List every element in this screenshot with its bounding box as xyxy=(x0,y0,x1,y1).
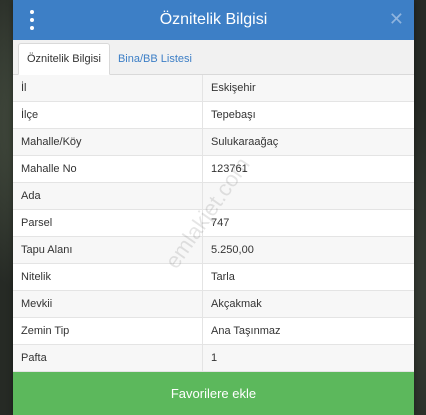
row-key: İlçe xyxy=(13,101,203,129)
more-vertical-icon[interactable] xyxy=(27,10,37,30)
row-key: Mahalle/Köy xyxy=(13,128,203,156)
close-icon[interactable]: ✕ xyxy=(389,9,404,29)
table-row: Pafta 1 xyxy=(13,344,414,372)
row-value: Ana Taşınmaz xyxy=(202,317,414,345)
add-to-favorites-button[interactable]: Favorilere ekle xyxy=(13,372,414,415)
row-value: Tarla xyxy=(202,263,414,291)
row-key: Ada xyxy=(13,182,203,210)
row-key: Parsel xyxy=(13,209,203,237)
row-key: Mevkii xyxy=(13,290,203,318)
attribute-table: İl Eskişehir İlçe Tepebaşı Mahalle/Köy Sulu… xyxy=(13,75,414,372)
table-row: İl Eskişehir xyxy=(13,75,414,102)
tab-building-list[interactable]: Bina/BB Listesi xyxy=(110,44,200,74)
dialog-title: Öznitelik Bilgisi xyxy=(159,11,268,28)
row-key: Tapu Alanı xyxy=(13,236,203,264)
attribute-info-dialog: Öznitelik Bilgisi ✕ Öznitelik Bilgisi Bi… xyxy=(13,0,414,415)
table-row: Tapu Alanı 5.250,00 xyxy=(13,236,414,264)
tab-attribute-info[interactable]: Öznitelik Bilgisi xyxy=(18,43,110,75)
table-row: Nitelik Tarla xyxy=(13,263,414,291)
row-value: 123761 xyxy=(202,155,414,183)
table-row: Mahalle No 123761 xyxy=(13,155,414,183)
row-key: Zemin Tip xyxy=(13,317,203,345)
row-value: Tepebaşı xyxy=(202,101,414,129)
row-value xyxy=(202,182,414,210)
row-value: Sulukaraağaç xyxy=(202,128,414,156)
row-value: 5.250,00 xyxy=(202,236,414,264)
row-value: Eskişehir xyxy=(202,75,414,102)
tab-bar: Öznitelik Bilgisi Bina/BB Listesi xyxy=(13,40,414,75)
table-row: İlçe Tepebaşı xyxy=(13,101,414,129)
row-value: 747 xyxy=(202,209,414,237)
table-row: Parsel 747 xyxy=(13,209,414,237)
table-row: Mahalle/Köy Sulukaraağaç xyxy=(13,128,414,156)
table-row: Ada xyxy=(13,182,414,210)
table-row: Mevkii Akçakmak xyxy=(13,290,414,318)
row-key: Pafta xyxy=(13,344,203,372)
dialog-header: Öznitelik Bilgisi ✕ xyxy=(13,0,414,40)
row-value: Akçakmak xyxy=(202,290,414,318)
row-key: Nitelik xyxy=(13,263,203,291)
row-key: Mahalle No xyxy=(13,155,203,183)
row-key: İl xyxy=(13,75,203,102)
table-row: Zemin Tip Ana Taşınmaz xyxy=(13,317,414,345)
row-value: 1 xyxy=(202,344,414,372)
